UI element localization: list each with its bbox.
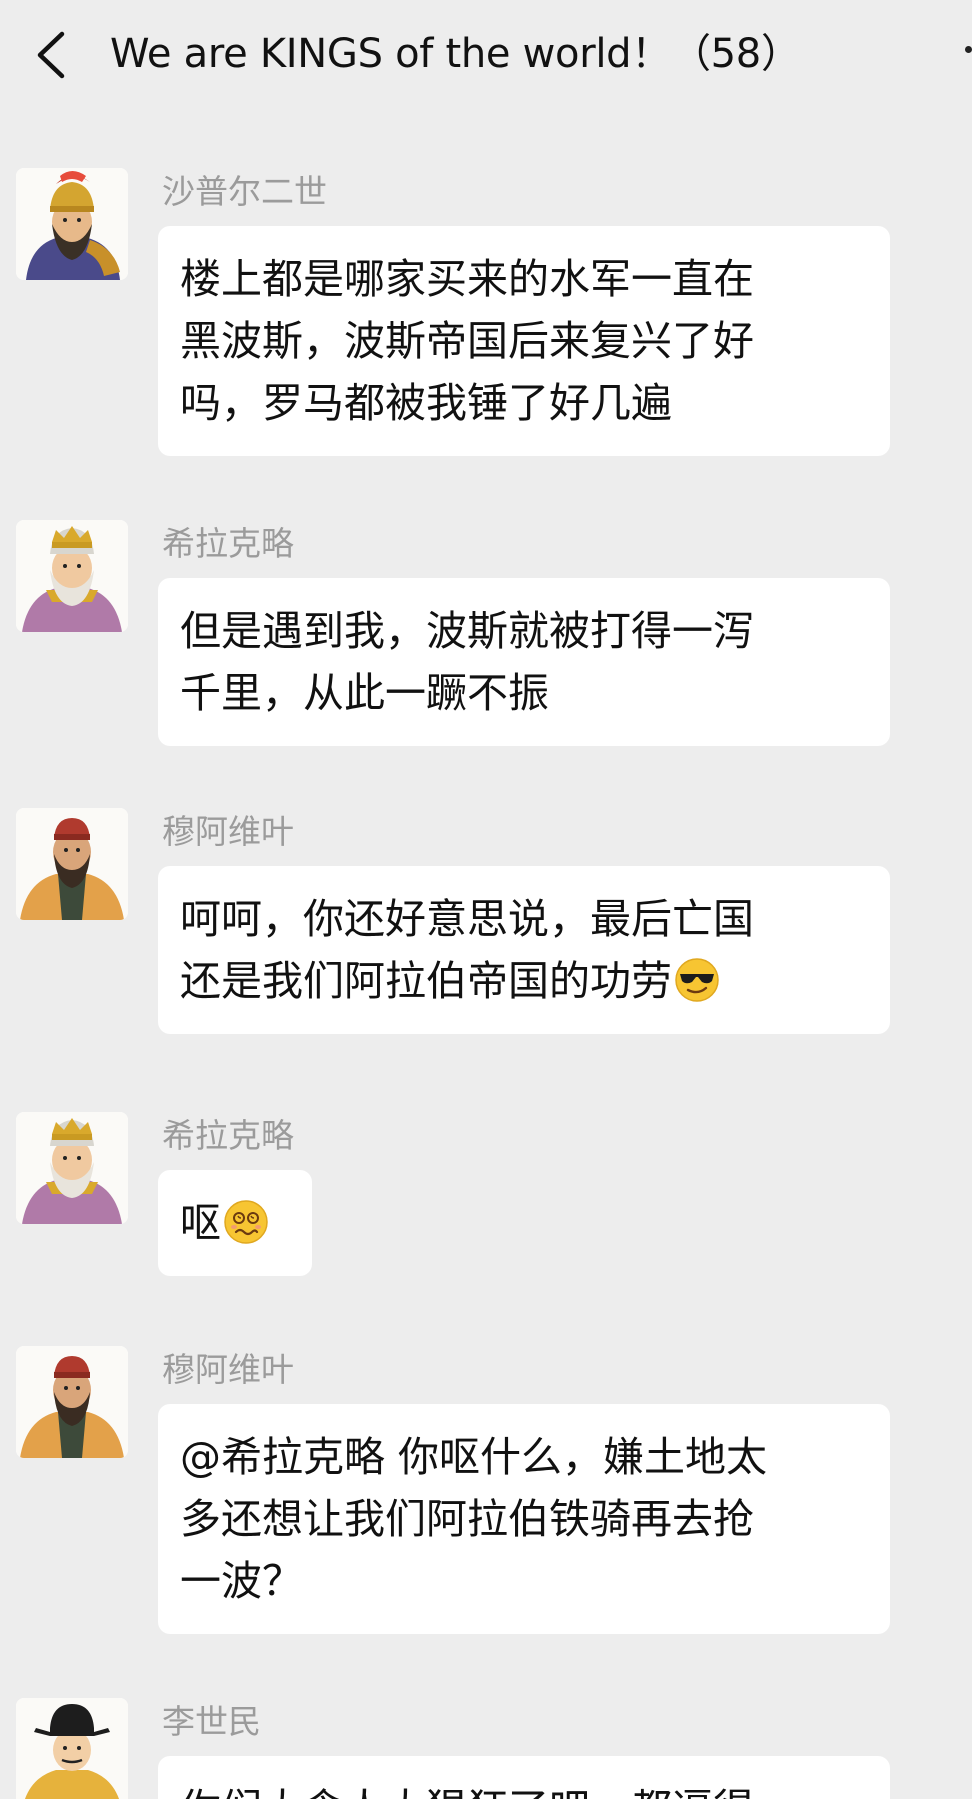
byzantine-emperor-avatar[interactable] <box>16 1112 128 1224</box>
chevron-left-icon <box>37 31 65 79</box>
message-item: 希拉克略 呕 <box>0 1112 972 1302</box>
chat-header: We are KINGS of the world！（58） <box>0 0 972 112</box>
chat-title: We are KINGS of the world！（58） <box>110 31 801 77</box>
arab-caliph-avatar[interactable] <box>16 808 128 920</box>
message-item: 李世民 你们大食人太猖狂了吧，都逼得 <box>0 1698 972 1799</box>
sender-name: 希拉克略 <box>162 1116 294 1155</box>
message-text: 还是我们阿拉伯帝国的功劳 <box>180 957 672 1005</box>
message-item: 穆阿维叶 呵呵，你还好意思说，最后亡国 还是我们阿拉伯帝国的功劳 <box>0 808 972 1060</box>
message-text: 一波？ <box>180 1557 303 1605</box>
message-bubble[interactable]: 呕 <box>158 1170 312 1276</box>
message-item: 穆阿维叶 @希拉克略 你呕什么，嫌土地太 多还想让我们阿拉伯铁骑再去抢 一波？ <box>0 1346 972 1646</box>
sunglasses-emoji <box>675 958 719 1002</box>
sender-name: 沙普尔二世 <box>162 172 327 211</box>
message-item: 希拉克略 但是遇到我，波斯就被打得一泻 千里，从此一蹶不振 <box>0 520 972 760</box>
message-bubble[interactable]: 你们大食人太猖狂了吧，都逼得 <box>158 1756 890 1799</box>
message-bubble[interactable]: 呵呵，你还好意思说，最后亡国 还是我们阿拉伯帝国的功劳 <box>158 866 890 1034</box>
sender-name: 穆阿维叶 <box>162 812 294 851</box>
tang-emperor-avatar[interactable] <box>16 1698 128 1799</box>
message-text: 吗，罗马都被我锤了好几遍 <box>180 379 672 427</box>
message-bubble[interactable]: 楼上都是哪家买来的水军一直在 黑波斯，波斯帝国后来复兴了好 吗，罗马都被我锤了好… <box>158 226 890 456</box>
sender-name: 希拉克略 <box>162 524 294 563</box>
arab-caliph-avatar[interactable] <box>16 1346 128 1458</box>
message-bubble[interactable]: @希拉克略 你呕什么，嫌土地太 多还想让我们阿拉伯铁骑再去抢 一波？ <box>158 1404 890 1634</box>
sender-name: 李世民 <box>162 1702 261 1741</box>
message-text: 你们大食人太猖狂了吧，都逼得 <box>180 1778 866 1799</box>
message-text: 黑波斯，波斯帝国后来复兴了好 <box>180 317 754 365</box>
byzantine-emperor-avatar[interactable] <box>16 520 128 632</box>
message-text: 呵呵，你还好意思说，最后亡国 <box>180 895 754 943</box>
message-text: 千里，从此一蹶不振 <box>180 669 549 717</box>
message-text: @希拉克略 你呕什么，嫌土地太 <box>180 1433 768 1481</box>
message-text: 呕 <box>180 1199 221 1247</box>
sender-name: 穆阿维叶 <box>162 1350 294 1389</box>
message-item: 沙普尔二世 楼上都是哪家买来的水军一直在 黑波斯，波斯帝国后来复兴了好 吗，罗马… <box>0 168 972 468</box>
message-text: 多还想让我们阿拉伯铁骑再去抢 <box>180 1495 754 1543</box>
nauseated-emoji <box>224 1200 268 1244</box>
back-button[interactable] <box>30 22 80 88</box>
message-text: 但是遇到我，波斯就被打得一泻 <box>180 607 754 655</box>
message-text: 楼上都是哪家买来的水军一直在 <box>180 255 754 303</box>
persian-king-avatar[interactable] <box>16 168 128 280</box>
more-dots-icon[interactable] <box>955 30 972 80</box>
message-bubble[interactable]: 但是遇到我，波斯就被打得一泻 千里，从此一蹶不振 <box>158 578 890 746</box>
